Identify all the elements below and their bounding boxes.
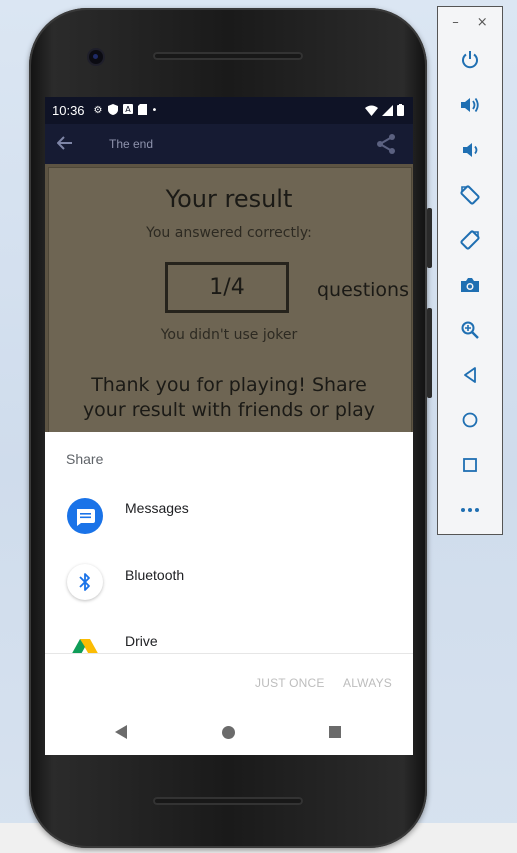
nav-back-icon[interactable] [115, 725, 127, 739]
nav-overview-icon[interactable] [329, 726, 341, 738]
phone-screen: 10:36 ⚙ A • The end Your result You answ… [45, 97, 413, 755]
power-icon[interactable] [456, 46, 484, 74]
toolbar-window-controls: – × [438, 15, 502, 30]
front-camera [89, 50, 103, 64]
status-notification-icons: ⚙ A • [93, 103, 158, 118]
status-bar: 10:36 ⚙ A • [45, 97, 413, 124]
share-item-drive[interactable]: Drive [45, 631, 413, 653]
volume-down-icon[interactable] [456, 136, 484, 164]
app-notification-icon: A [122, 104, 133, 117]
rotate-left-icon[interactable] [456, 181, 484, 209]
sheet-divider [45, 653, 413, 654]
battery-icon [397, 104, 404, 116]
share-sheet-title: Share [66, 451, 104, 467]
result-title: Your result [165, 185, 293, 213]
always-button[interactable]: ALWAYS [343, 676, 392, 690]
zoom-icon[interactable] [456, 316, 484, 344]
volume-side-button [427, 308, 432, 398]
volume-up-icon[interactable] [456, 91, 484, 119]
share-item-messages[interactable]: Messages [45, 498, 413, 558]
wifi-icon [365, 105, 378, 116]
score-box: 1/4 [165, 262, 289, 313]
minimize-button[interactable]: – [452, 15, 459, 30]
joker-text: You didn't use joker [160, 327, 298, 343]
settings-icon: ⚙ [93, 104, 103, 116]
rotate-right-icon[interactable] [456, 226, 484, 254]
share-sheet: Share Messages Bluetooth Drive JUST ONCE… [45, 432, 413, 755]
more-icon[interactable] [456, 496, 484, 524]
share-item-label: Bluetooth [125, 567, 185, 583]
messages-icon [67, 498, 103, 534]
top-speaker [153, 52, 303, 60]
drive-icon [67, 633, 103, 653]
status-time: 10:36 [52, 103, 85, 118]
emulator-toolbar: – × [437, 6, 503, 535]
back-icon[interactable] [456, 361, 484, 389]
signal-icon [382, 104, 393, 116]
share-item-label: Drive [125, 633, 158, 649]
thanks-text: Thank you for playing! Share your result… [82, 374, 376, 421]
nav-home-icon[interactable] [222, 726, 235, 739]
overview-icon[interactable] [456, 451, 484, 479]
answered-correctly-text: You answered correctly: [146, 225, 312, 241]
svg-text:A: A [125, 105, 131, 114]
shield-icon [107, 103, 118, 118]
bottom-speaker [153, 797, 303, 805]
camera-icon[interactable] [456, 271, 484, 299]
share-icon[interactable] [375, 133, 397, 159]
sd-card-icon [137, 103, 147, 118]
questions-label: questions [317, 279, 409, 301]
status-system-icons [365, 104, 404, 116]
close-button[interactable]: × [477, 15, 488, 30]
back-arrow-icon[interactable] [45, 134, 85, 155]
share-item-label: Messages [125, 500, 189, 516]
home-icon[interactable] [456, 406, 484, 434]
power-side-button [427, 208, 432, 268]
android-nav-bar [45, 712, 413, 755]
dot-icon: • [151, 104, 158, 116]
bluetooth-icon [67, 564, 103, 600]
app-bar: The end [45, 124, 413, 164]
share-item-bluetooth[interactable]: Bluetooth [45, 564, 413, 624]
app-bar-title: The end [109, 137, 154, 151]
just-once-button[interactable]: JUST ONCE [255, 676, 325, 690]
